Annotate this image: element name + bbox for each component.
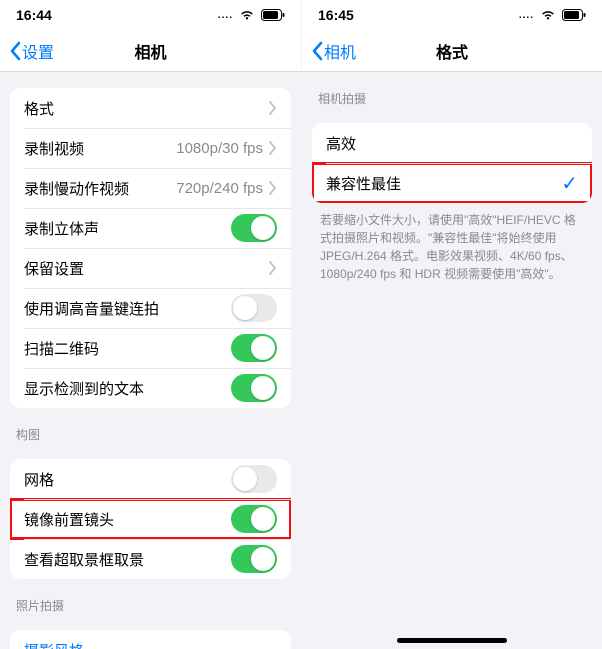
row-live-text[interactable]: 显示检测到的文本 [10, 368, 291, 408]
nav-bar: 相机 格式 [302, 30, 602, 72]
row-label: 保留设置 [24, 258, 269, 279]
row-grid[interactable]: 网格 [10, 459, 291, 499]
chevron-right-icon [269, 141, 277, 155]
row-label: 摄影风格 [24, 640, 277, 649]
row-volume-burst[interactable]: 使用调高音量键连拍 [10, 288, 291, 328]
toggle-view-outside-frame[interactable] [231, 545, 277, 573]
chevron-right-icon [269, 181, 277, 195]
nav-bar: 设置 相机 [0, 30, 301, 72]
camera-settings-screen: 16:44 .... 设置 相机 格式 录制视频 1080p/30 fps 录制 [0, 0, 301, 649]
format-list: 高效 兼容性最佳 ✓ [312, 123, 592, 203]
settings-list-1: 格式 录制视频 1080p/30 fps 录制慢动作视频 720p/240 fp… [10, 88, 291, 408]
row-high-efficiency[interactable]: 高效 [312, 123, 592, 163]
status-time: 16:45 [318, 7, 354, 23]
back-button[interactable]: 设置 [8, 39, 54, 63]
row-label: 显示检测到的文本 [24, 378, 231, 399]
back-label: 设置 [22, 39, 54, 63]
row-label: 使用调高音量键连拍 [24, 298, 231, 319]
row-detail: 720p/240 fps [176, 180, 263, 197]
home-indicator[interactable] [397, 638, 507, 643]
cell-signal-icon: .... [519, 10, 534, 21]
row-label: 录制立体声 [24, 218, 231, 239]
toggle-scan-qr[interactable] [231, 334, 277, 362]
content[interactable]: 格式 录制视频 1080p/30 fps 录制慢动作视频 720p/240 fp… [0, 72, 301, 649]
wifi-icon [239, 9, 255, 21]
battery-icon [261, 9, 285, 21]
toggle-stereo[interactable] [231, 214, 277, 242]
status-bar: 16:45 .... [302, 0, 602, 30]
toggle-volume-burst[interactable] [231, 294, 277, 322]
back-button[interactable]: 相机 [310, 39, 356, 63]
checkmark-icon: ✓ [561, 171, 578, 196]
format-settings-screen: 16:45 .... 相机 格式 相机拍摄 高效 兼容性最佳 ✓ 若要缩小文件大… [301, 0, 602, 649]
row-format[interactable]: 格式 [10, 88, 291, 128]
row-label: 网格 [24, 469, 231, 490]
wifi-icon [540, 9, 556, 21]
chevron-right-icon [269, 261, 277, 275]
row-preserve[interactable]: 保留设置 [10, 248, 291, 288]
toggle-mirror-front[interactable] [231, 505, 277, 533]
back-label: 相机 [324, 39, 356, 63]
toggle-live-text[interactable] [231, 374, 277, 402]
row-label: 扫描二维码 [24, 338, 231, 359]
battery-icon [562, 9, 586, 21]
group-header-composition: 构图 [0, 408, 301, 449]
row-stereo[interactable]: 录制立体声 [10, 208, 291, 248]
status-bar: 16:44 .... [0, 0, 301, 30]
status-icons: .... [519, 9, 586, 21]
row-label: 高效 [326, 133, 578, 154]
row-label: 兼容性最佳 [326, 173, 561, 194]
status-time: 16:44 [16, 7, 52, 23]
settings-list-2: 网格 镜像前置镜头 查看超取景框取景 [10, 459, 291, 579]
group-header-capture: 相机拍摄 [302, 72, 602, 113]
chevron-right-icon [269, 101, 277, 115]
row-label: 录制慢动作视频 [24, 178, 176, 199]
row-label: 查看超取景框取景 [24, 549, 231, 570]
row-detail: 1080p/30 fps [176, 140, 263, 157]
row-scan-qr[interactable]: 扫描二维码 [10, 328, 291, 368]
row-label: 镜像前置镜头 [24, 509, 231, 530]
row-label: 格式 [24, 98, 269, 119]
footer-text: 若要缩小文件大小，请使用"高效"HEIF/HEVC 格式拍摄照片和视频。"兼容性… [302, 203, 602, 283]
status-icons: .... [218, 9, 285, 21]
chevron-left-icon [310, 41, 324, 61]
row-mirror-front[interactable]: 镜像前置镜头 [10, 499, 291, 539]
row-most-compatible[interactable]: 兼容性最佳 ✓ [312, 163, 592, 203]
row-photo-styles[interactable]: 摄影风格 [10, 630, 291, 649]
settings-list-3: 摄影风格 [10, 630, 291, 649]
cell-signal-icon: .... [218, 10, 233, 21]
row-record-video[interactable]: 录制视频 1080p/30 fps [10, 128, 291, 168]
row-label: 录制视频 [24, 138, 176, 159]
toggle-grid[interactable] [231, 465, 277, 493]
content[interactable]: 相机拍摄 高效 兼容性最佳 ✓ 若要缩小文件大小，请使用"高效"HEIF/HEV… [302, 72, 602, 649]
group-header-photo: 照片拍摄 [0, 579, 301, 620]
chevron-left-icon [8, 41, 22, 61]
row-record-slomo[interactable]: 录制慢动作视频 720p/240 fps [10, 168, 291, 208]
row-view-outside-frame[interactable]: 查看超取景框取景 [10, 539, 291, 579]
